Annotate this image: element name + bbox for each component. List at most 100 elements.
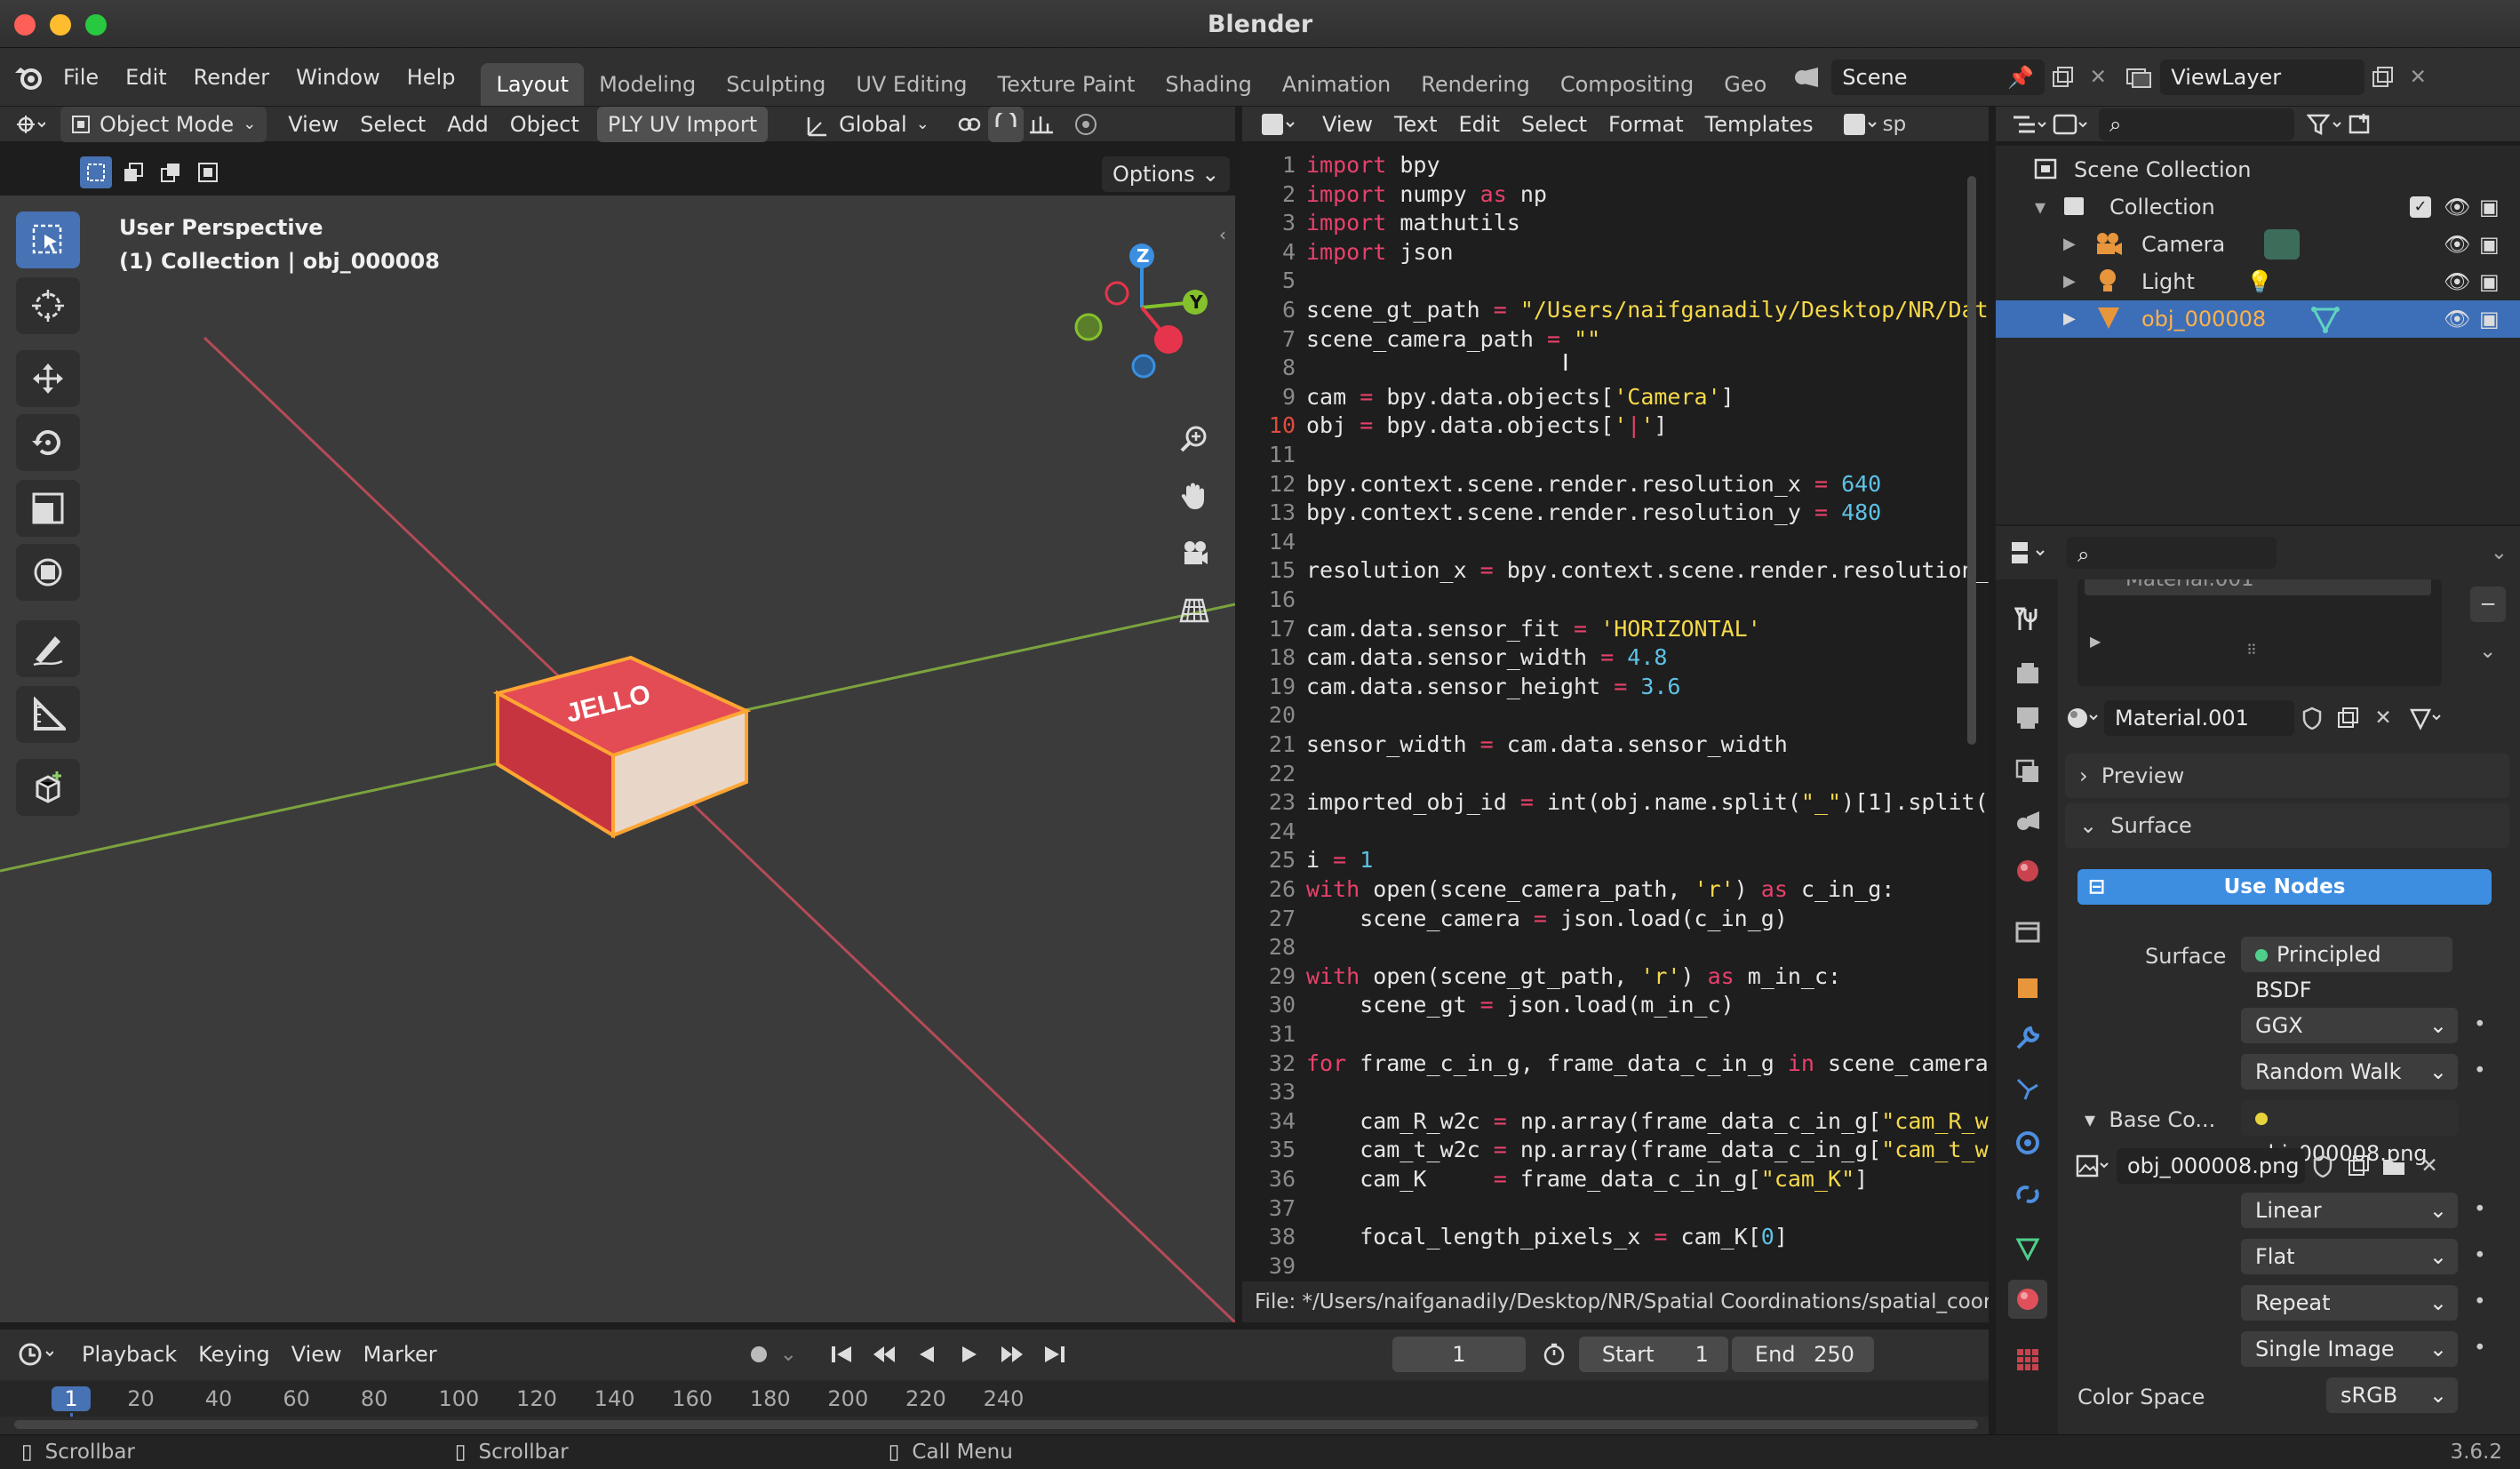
3d-viewport[interactable]: JELLO User Perspective (1) Collection | … xyxy=(0,196,1235,1322)
viewport-options-dropdown[interactable]: Options ⌄ xyxy=(1102,156,1231,192)
viewport-menu-object[interactable]: Object xyxy=(499,107,590,142)
menu-window[interactable]: Window xyxy=(283,58,394,97)
current-frame-field[interactable]: 1 xyxy=(1392,1337,1526,1372)
fake-user-shield-icon[interactable] xyxy=(2294,700,2330,736)
code-line[interactable]: 3 import mathutils xyxy=(1242,209,1971,237)
material-tab[interactable] xyxy=(2008,1280,2047,1319)
code-line[interactable]: 11 xyxy=(1242,441,1971,469)
expand-arrow-icon[interactable]: ▶ xyxy=(2090,633,2101,650)
code-line[interactable]: 5 xyxy=(1242,267,1971,295)
material-name-field[interactable]: Material.001 xyxy=(2104,700,2294,736)
text-editor-type-icon[interactable] xyxy=(1260,107,1296,142)
text-datablock-icon[interactable] xyxy=(1842,107,1878,142)
code-line[interactable]: 13 bpy.context.scene.render.resolution_y … xyxy=(1242,499,1971,527)
render-camera-icon[interactable]: ▣ xyxy=(2479,300,2500,338)
fake-user-shield-icon[interactable] xyxy=(2305,1148,2341,1184)
scene-icon[interactable] xyxy=(1789,60,1824,95)
scale-tool[interactable] xyxy=(16,480,80,537)
projection-dropdown[interactable]: Flat ⌄ xyxy=(2241,1239,2458,1274)
code-line[interactable]: 6 scene_gt_path = "/Users/naifganadily/De… xyxy=(1242,296,1989,324)
render-camera-icon[interactable]: ▣ xyxy=(2479,188,2500,226)
pivot-point-icon[interactable] xyxy=(953,107,988,142)
blender-logo-icon[interactable] xyxy=(11,60,46,95)
visibility-eye-icon[interactable]: 👁 xyxy=(2444,188,2470,226)
proportional-editing-icon[interactable] xyxy=(1068,107,1104,142)
text-menu-select[interactable]: Select xyxy=(1511,107,1598,142)
texture-tab[interactable] xyxy=(2008,1340,2047,1379)
editor-scrollbar[interactable] xyxy=(1967,176,1976,745)
viewport-menu-add[interactable]: Add xyxy=(436,107,498,142)
tab-sculpting[interactable]: Sculpting xyxy=(711,63,841,106)
gizmo-x-axis[interactable] xyxy=(1154,325,1183,354)
move-tool[interactable] xyxy=(16,350,80,407)
code-line[interactable]: 15 resolution_x = bpy.context.scene.rende… xyxy=(1242,556,1989,585)
outliner-row-collection[interactable]: ▾ Collection ✓ 👁 ▣ xyxy=(1996,188,2520,226)
code-line[interactable]: 23 imported_obj_id = int(obj.name.split("… xyxy=(1242,788,1989,817)
data-tab[interactable] xyxy=(2008,1228,2047,1267)
menu-file[interactable]: File xyxy=(50,58,112,97)
cursor-tool[interactable] xyxy=(16,277,80,334)
play-icon[interactable] xyxy=(952,1337,987,1372)
code-line[interactable]: 24 xyxy=(1242,818,1971,846)
material-browse-icon[interactable] xyxy=(2065,700,2101,736)
link-mode-icon[interactable] xyxy=(2408,700,2444,736)
tab-animation[interactable]: Animation xyxy=(1267,63,1406,106)
timeline-menu-marker[interactable]: Marker xyxy=(353,1337,448,1372)
subsurface-method-dropdown[interactable]: Random Walk ⌄ xyxy=(2241,1054,2458,1090)
code-line[interactable]: 2 import numpy as np xyxy=(1242,180,1971,209)
surface-shader-selector[interactable]: Principled BSDF xyxy=(2241,937,2452,1002)
playhead-line[interactable] xyxy=(70,1413,73,1417)
ply-uv-import-button[interactable]: PLY UV Import xyxy=(596,106,769,142)
physics-tab[interactable] xyxy=(2008,1123,2047,1162)
snap-icon[interactable] xyxy=(987,106,1024,142)
prev-keyframe-icon[interactable] xyxy=(866,1337,902,1372)
visibility-eye-icon[interactable]: 👁 xyxy=(2444,263,2470,300)
list-resize-handle[interactable]: ⠿ xyxy=(2246,642,2257,659)
image-name-field[interactable]: obj_000008.png xyxy=(2117,1148,2305,1184)
mesh-data-icon[interactable] xyxy=(2310,300,2341,347)
outliner-type-icon[interactable] xyxy=(2012,107,2047,142)
code-line[interactable]: 37 xyxy=(1242,1194,1971,1223)
menu-edit[interactable]: Edit xyxy=(112,58,179,97)
base-color-link[interactable]: obj_000008.png xyxy=(2241,1100,2458,1166)
code-line[interactable]: 10 obj = bpy.data.objects['|'] xyxy=(1242,411,1971,440)
code-line[interactable]: 32 for frame_c_in_g, frame_data_c_in_g in… xyxy=(1242,1050,1989,1078)
unlink-material-icon[interactable]: ✕ xyxy=(2365,700,2401,736)
slot-specials-icon[interactable]: ⌄ xyxy=(2479,640,2496,663)
view-layer-icon[interactable] xyxy=(2121,60,2157,95)
code-line[interactable]: 21 sensor_width = cam.data.sensor_width xyxy=(1242,731,1971,759)
tab-modeling[interactable]: Modeling xyxy=(584,63,711,106)
jump-start-icon[interactable] xyxy=(824,1337,859,1372)
text-menu-text[interactable]: Text xyxy=(1384,107,1448,142)
navigation-gizmo[interactable]: Z Y xyxy=(1062,222,1231,382)
editor-type-icon[interactable] xyxy=(12,107,48,142)
menu-help[interactable]: Help xyxy=(394,58,469,97)
display-mode-icon[interactable] xyxy=(2053,107,2088,142)
code-area[interactable]: 1 import bpy 2 import numpy as np 3 import ma… xyxy=(1242,151,1989,1280)
material-slot-list[interactable]: Material.001 ▶ ⠿ xyxy=(2077,579,2442,686)
code-line[interactable]: 27 scene_camera = json.load(c_in_g) xyxy=(1242,905,1971,933)
outliner[interactable]: Scene Collection ▾ Collection ✓ 👁 ▣ ▶ Ca… xyxy=(1996,146,2520,524)
select-extend-icon[interactable] xyxy=(117,156,149,188)
annotate-tool[interactable] xyxy=(16,620,80,677)
text-menu-format[interactable]: Format xyxy=(1598,107,1695,142)
constraints-tab[interactable] xyxy=(2008,1175,2047,1214)
sidebar-toggle-icon[interactable]: ‹ xyxy=(1219,224,1226,245)
new-collection-icon[interactable] xyxy=(2342,107,2378,142)
exclude-checkbox[interactable]: ✓ xyxy=(2410,196,2431,218)
menu-render[interactable]: Render xyxy=(180,58,283,97)
image-browse-icon[interactable] xyxy=(2076,1148,2111,1184)
mode-selector[interactable]: Object Mode ⌄ xyxy=(60,106,267,142)
pan-button[interactable] xyxy=(1171,473,1217,519)
view-layer-tab[interactable] xyxy=(2008,752,2047,791)
expand-arrow-icon[interactable]: ▶ xyxy=(2063,226,2076,263)
outliner-row-light[interactable]: ▶ Light 💡 👁 ▣ xyxy=(1996,263,2520,300)
select-box-tool[interactable] xyxy=(16,212,80,268)
delete-view-layer-icon[interactable]: ✕ xyxy=(2400,60,2436,95)
transform-tool[interactable] xyxy=(16,544,80,601)
camera-data-icon[interactable] xyxy=(2264,229,2300,259)
timeline-ruler[interactable]: 1 20 40 60 80 100 120 140 160 180 200 220 240 xyxy=(0,1381,1989,1417)
filter-icon[interactable] xyxy=(2307,107,2342,142)
viewport-menu-view[interactable]: View xyxy=(277,107,349,142)
outliner-row-obj-000008[interactable]: ▶ obj_000008 👁 ▣ xyxy=(1996,300,2520,338)
